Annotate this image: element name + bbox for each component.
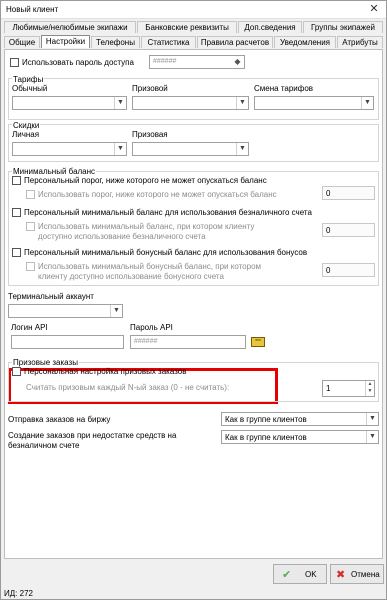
- tab-bank-details[interactable]: Банковские реквизиты: [137, 21, 237, 33]
- tab-statistics[interactable]: Статистика: [141, 36, 196, 48]
- tariff-prize-label: Призовой: [132, 84, 168, 93]
- tab-phones[interactable]: Телефоны: [91, 36, 140, 48]
- tariff-change-select[interactable]: ▼: [254, 96, 374, 110]
- cancel-button-label: Отмена: [351, 570, 380, 579]
- prize-personal-checkbox[interactable]: [12, 367, 21, 376]
- api-password-field[interactable]: ######: [130, 335, 246, 349]
- api-password-mask: ######: [134, 338, 158, 345]
- spin-arrows-icon[interactable]: ▲ ▼: [365, 381, 374, 396]
- title-bar: Новый клиент ✕: [1, 1, 386, 19]
- cancel-x-icon: ✖: [336, 569, 346, 581]
- chevron-down-icon: ▼: [236, 97, 248, 109]
- personal-cashless-label: Персональный минимальный баланс для испо…: [24, 208, 312, 217]
- chevron-down-icon: ▼: [366, 431, 378, 443]
- tariff-prize-select[interactable]: ▼: [132, 96, 249, 110]
- insufficient-label-line2: безналичном счете: [8, 441, 80, 450]
- cashless-value-field[interactable]: 0: [322, 223, 375, 237]
- tab-notifications[interactable]: Уведомления: [274, 36, 336, 48]
- tab-attributes[interactable]: Атрибуты: [337, 36, 383, 48]
- checkmark-icon: ✔: [282, 569, 292, 581]
- tab-billing-rules[interactable]: Правила расчетов: [197, 36, 273, 48]
- chevron-down-icon: ▼: [114, 97, 126, 109]
- ok-button-label: OK: [305, 570, 317, 579]
- bonus-value-field[interactable]: 0: [322, 263, 375, 277]
- discount-prize-label: Призовая: [132, 130, 168, 139]
- settings-panel: Использовать пароль доступа ###### ◆ Тар…: [4, 49, 383, 559]
- discounts-title: Скидки: [12, 121, 41, 130]
- exchange-select[interactable]: Как в группе клиентов ▼: [221, 412, 379, 426]
- personal-cashless-checkbox[interactable]: [12, 208, 21, 217]
- personal-threshold-label: Персональный порог, ниже которого не мож…: [24, 176, 267, 185]
- exchange-value: Как в группе клиентов: [225, 415, 307, 424]
- password-options-icon[interactable]: ◆: [232, 56, 243, 68]
- use-cashless-label-line1: Использовать минимальный баланс, при кот…: [38, 222, 255, 231]
- prize-personal-label: Персональная настройка призовых заказов: [24, 367, 187, 376]
- cancel-button[interactable]: ✖ Отмена: [330, 564, 384, 584]
- tab-settings[interactable]: Настройки: [41, 35, 90, 48]
- generate-key-icon[interactable]: ***: [251, 337, 265, 347]
- client-id-status: ИД: 272: [4, 589, 33, 598]
- chevron-down-icon: ▼: [110, 305, 122, 317]
- insufficient-select[interactable]: Как в группе клиентов ▼: [221, 430, 379, 444]
- use-threshold-checkbox[interactable]: [26, 190, 35, 199]
- prize-every-nth-label: Считать призовым каждый N-ый заказ (0 - …: [26, 383, 230, 392]
- window-title: Новый клиент: [6, 5, 59, 14]
- terminal-account-label: Терминальный аккаунт: [8, 292, 94, 301]
- use-cashless-checkbox[interactable]: [26, 222, 35, 231]
- chevron-down-icon: ▼: [366, 413, 378, 425]
- tariff-change-label: Смена тарифов: [254, 84, 314, 93]
- api-login-field[interactable]: [11, 335, 124, 349]
- min-balance-title: Минимальный баланс: [12, 167, 97, 176]
- threshold-value-field[interactable]: 0: [322, 186, 375, 200]
- use-bonus-label-line2: клиенту доступно использование бонусного…: [38, 272, 224, 281]
- prize-orders-title: Призовые заказы: [12, 358, 79, 367]
- access-password-field[interactable]: ###### ◆: [149, 55, 245, 69]
- discount-personal-label: Личная: [12, 130, 40, 139]
- chevron-down-icon: ▼: [361, 97, 373, 109]
- prize-every-nth-value: 1: [326, 384, 331, 393]
- api-password-label: Пароль API: [130, 323, 173, 332]
- client-window: Новый клиент ✕ Любимые/нелюбимые экипажи…: [0, 0, 387, 600]
- access-password-checkbox[interactable]: [10, 58, 19, 67]
- access-password-label: Использовать пароль доступа: [22, 58, 134, 67]
- tab-favorite-crews[interactable]: Любимые/нелюбимые экипажи: [4, 21, 136, 33]
- tariffs-title: Тарифы: [12, 75, 45, 84]
- chevron-down-icon: ▼: [236, 143, 248, 155]
- api-login-label: Логин API: [11, 323, 48, 332]
- use-bonus-checkbox[interactable]: [26, 262, 35, 271]
- ok-button[interactable]: ✔ OK: [273, 564, 327, 584]
- tariff-regular-select[interactable]: ▼: [12, 96, 127, 110]
- cashless-value: 0: [326, 226, 331, 235]
- use-threshold-label: Использовать порог, ниже которого не мож…: [38, 190, 277, 199]
- terminal-account-select[interactable]: ▼: [8, 304, 123, 318]
- insufficient-value: Как в группе клиентов: [225, 433, 307, 442]
- close-icon[interactable]: ✕: [366, 2, 382, 17]
- tab-general[interactable]: Общие: [4, 36, 40, 48]
- discount-personal-select[interactable]: ▼: [12, 142, 127, 156]
- prize-every-nth-stepper[interactable]: 1 ▲ ▼: [322, 380, 375, 397]
- personal-threshold-checkbox[interactable]: [12, 176, 21, 185]
- tab-additional-info[interactable]: Доп.сведения: [238, 21, 302, 33]
- personal-bonus-checkbox[interactable]: [12, 248, 21, 257]
- insufficient-label-line1: Создание заказов при недостатке средств …: [8, 431, 177, 440]
- access-password-mask: ######: [153, 58, 177, 65]
- tab-crew-groups[interactable]: Группы экипажей: [303, 21, 383, 33]
- exchange-label: Отправка заказов на биржу: [8, 415, 111, 424]
- use-bonus-label-line1: Использовать минимальный бонусный баланс…: [38, 262, 262, 271]
- use-cashless-label-line2: доступно использование безналичного счет…: [38, 232, 206, 241]
- tariff-regular-label: Обычный: [12, 84, 48, 93]
- threshold-value: 0: [326, 189, 331, 198]
- chevron-down-icon: ▼: [114, 143, 126, 155]
- discount-prize-select[interactable]: ▼: [132, 142, 249, 156]
- personal-bonus-label: Персональный минимальный бонусный баланс…: [24, 248, 308, 257]
- bonus-value: 0: [326, 266, 331, 275]
